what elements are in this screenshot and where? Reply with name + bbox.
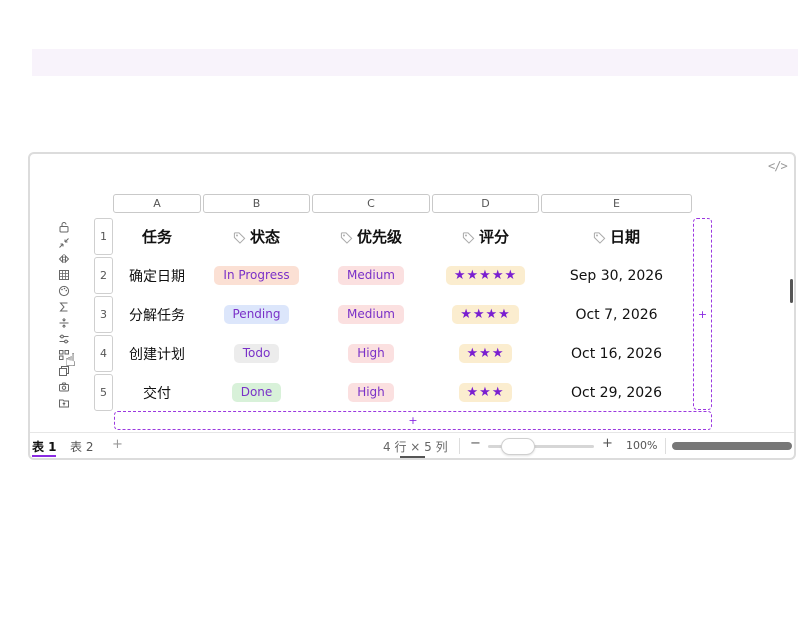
hand-cursor-icon: ☝ [65, 350, 76, 371]
table-icon[interactable] [57, 268, 71, 282]
zoom-in-button[interactable]: + [602, 436, 613, 451]
header-date-label: 日期 [609, 228, 640, 246]
column-header-c[interactable]: C [312, 194, 430, 213]
tag-icon [593, 230, 606, 244]
bottom-bar: 表 1 表 2 + 4 行 × 5 列 − + 100% [30, 432, 794, 458]
top-banner-strip [32, 49, 798, 76]
priority-cell[interactable]: Medium [312, 257, 430, 294]
sheet-tab-1[interactable]: 表 1 [32, 438, 57, 455]
folder-upload-icon[interactable] [57, 396, 71, 410]
code-view-button[interactable]: </> [768, 159, 788, 173]
priority-badge: High [348, 344, 394, 363]
rating-stars: ★★★ [458, 383, 513, 402]
column-header-a[interactable]: A [113, 194, 201, 213]
status-cell[interactable]: In Progress [203, 257, 310, 294]
header-cell-status[interactable]: 状态 [203, 218, 310, 255]
zoom-slider-thumb[interactable] [501, 438, 535, 455]
header-cell-date[interactable]: 日期 [541, 218, 692, 255]
header-cell-priority[interactable]: 优先级 [312, 218, 430, 255]
spreadsheet-card: </> A B C D E 1 2 3 4 5 任务 状态 优先级 评分 日期 … [28, 152, 796, 460]
sheet-tab-2[interactable]: 表 2 [70, 438, 93, 455]
priority-cell[interactable]: High [312, 374, 430, 411]
add-sheet-button[interactable]: + [112, 437, 123, 452]
priority-badge: Medium [338, 266, 404, 285]
header-status-label: 状态 [249, 228, 280, 246]
status-badge: Todo [233, 344, 280, 363]
task-cell[interactable]: 创建计划 [113, 335, 201, 372]
rating-cell[interactable]: ★★★ [432, 335, 539, 372]
rating-stars: ★★★ [458, 344, 513, 363]
active-tab-indicator [32, 455, 56, 457]
horizontal-scrollbar[interactable] [672, 442, 792, 450]
header-rating-label: 评分 [478, 228, 509, 246]
divider [665, 438, 666, 454]
status-cell[interactable]: Todo [203, 335, 310, 372]
column-header-e[interactable]: E [541, 194, 692, 213]
zoom-level: 100% [626, 439, 658, 452]
priority-cell[interactable]: High [312, 335, 430, 372]
status-badge: Done [231, 383, 282, 402]
column-header-d[interactable]: D [432, 194, 539, 213]
task-cell[interactable]: 分解任务 [113, 296, 201, 333]
date-cell[interactable]: Oct 29, 2026 [541, 374, 692, 411]
sigma-icon[interactable] [57, 300, 71, 314]
split-icon[interactable] [57, 316, 71, 330]
status-cell[interactable]: Done [203, 374, 310, 411]
add-row-button[interactable]: + [114, 411, 712, 430]
add-column-button[interactable]: + [693, 218, 712, 410]
table-dimensions: 4 行 × 5 列 [383, 440, 448, 454]
flip-icon[interactable] [57, 252, 71, 266]
tag-icon [340, 230, 353, 244]
task-cell[interactable]: 交付 [113, 374, 201, 411]
tag-icon [233, 230, 246, 244]
rating-cell[interactable]: ★★★ [432, 374, 539, 411]
status-badge: Pending [223, 305, 290, 324]
row-number-3[interactable]: 3 [94, 296, 113, 333]
tag-icon [462, 230, 475, 244]
palette-icon[interactable] [57, 284, 71, 298]
row-number-5[interactable]: 5 [94, 374, 113, 411]
column-header-b[interactable]: B [203, 194, 310, 213]
header-cell-rating[interactable]: 评分 [432, 218, 539, 255]
header-task-label: 任务 [141, 228, 172, 246]
task-cell[interactable]: 确定日期 [113, 257, 201, 294]
header-cell-task[interactable]: 任务 [113, 218, 201, 255]
status-cell[interactable]: Pending [203, 296, 310, 333]
divider [459, 438, 460, 454]
header-priority-label: 优先级 [356, 228, 402, 246]
zoom-out-button[interactable]: − [470, 436, 481, 451]
rating-stars: ★★★★ [452, 305, 519, 324]
collapse-icon[interactable] [57, 236, 71, 250]
rating-cell[interactable]: ★★★★★ [432, 257, 539, 294]
priority-badge: High [348, 383, 394, 402]
row-number-4[interactable]: 4 [94, 335, 113, 372]
date-cell[interactable]: Oct 7, 2026 [541, 296, 692, 333]
status-badge: In Progress [214, 266, 299, 285]
lock-icon[interactable] [57, 220, 71, 234]
priority-cell[interactable]: Medium [312, 296, 430, 333]
vertical-scrollbar[interactable] [790, 279, 793, 303]
sliders-icon[interactable] [57, 332, 71, 346]
camera-icon[interactable] [57, 380, 71, 394]
dimensions-indicator [400, 456, 425, 458]
rating-cell[interactable]: ★★★★ [432, 296, 539, 333]
row-number-2[interactable]: 2 [94, 257, 113, 294]
row-number-1[interactable]: 1 [94, 218, 113, 255]
rating-stars: ★★★★★ [445, 266, 526, 285]
date-cell[interactable]: Sep 30, 2026 [541, 257, 692, 294]
date-cell[interactable]: Oct 16, 2026 [541, 335, 692, 372]
priority-badge: Medium [338, 305, 404, 324]
